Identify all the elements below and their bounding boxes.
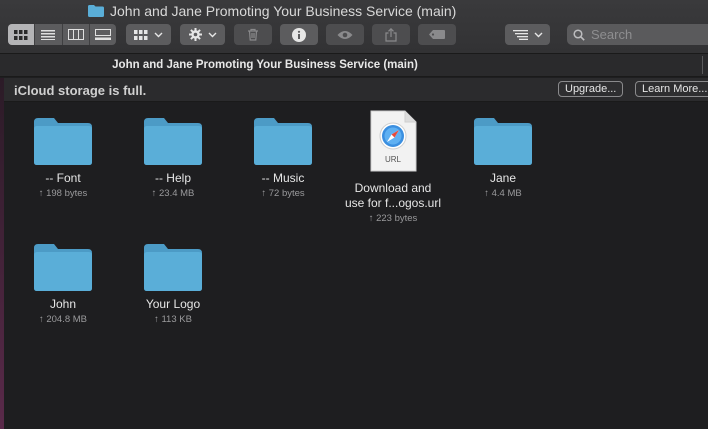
list-view-button[interactable]	[35, 24, 63, 45]
delete-button[interactable]	[234, 24, 272, 45]
share-button[interactable]	[372, 24, 410, 45]
tag-icon	[429, 30, 445, 39]
gallery-icon	[94, 29, 111, 40]
chevron-down-icon	[534, 32, 542, 37]
file-item-help[interactable]: -- Help ↑ 23.4 MB	[118, 116, 228, 201]
search-icon	[573, 28, 585, 41]
icloud-storage-banner: iCloud storage is full. Upgrade... Learn…	[4, 78, 708, 102]
columns-icon	[67, 29, 84, 40]
file-size: ↑ 4.4 MB	[484, 188, 522, 199]
file-name: John	[49, 297, 77, 311]
file-size: ↑ 223 bytes	[368, 213, 418, 224]
file-name: -- Font	[45, 171, 81, 185]
group-by-button[interactable]	[126, 24, 171, 45]
sort-menu-button[interactable]	[505, 24, 550, 45]
chevron-down-icon	[154, 32, 163, 37]
learn-more-button[interactable]: Learn More...	[635, 81, 708, 97]
gallery-view-button[interactable]	[90, 24, 116, 45]
file-item-font[interactable]: -- Font ↑ 198 bytes	[8, 116, 118, 201]
file-size: ↑ 72 bytes	[261, 188, 305, 199]
action-menu-button[interactable]	[180, 24, 225, 45]
icon-view-button[interactable]	[8, 24, 36, 45]
file-item-download-url[interactable]: URL Download and use for f...ogos.url ↑ …	[338, 110, 448, 226]
file-size: ↑ 204.8 MB	[38, 314, 88, 325]
column-view-button[interactable]	[63, 24, 90, 45]
window-title-text: John and Jane Promoting Your Business Se…	[110, 3, 457, 19]
file-name: -- Music	[261, 171, 305, 185]
file-name: Your Logo	[145, 297, 201, 311]
file-size: ↑ 113 KB	[154, 314, 192, 325]
window-title: John and Jane Promoting Your Business Se…	[88, 2, 456, 20]
url-badge: URL	[385, 155, 402, 164]
gear-icon	[188, 28, 202, 41]
get-info-button[interactable]	[280, 24, 318, 45]
view-mode-control	[8, 24, 116, 45]
search-field[interactable]	[567, 24, 708, 45]
info-icon	[292, 27, 306, 42]
file-name-line1: Download and	[354, 181, 432, 195]
pathbar-divider	[702, 56, 703, 74]
file-item-jane[interactable]: Jane ↑ 4.4 MB	[448, 116, 558, 201]
window-toolbar: John and Jane Promoting Your Business Se…	[0, 0, 708, 53]
edit-tags-button[interactable]	[418, 24, 456, 45]
file-name: Jane	[489, 171, 517, 185]
folder-icon	[88, 5, 104, 17]
banner-message: iCloud storage is full.	[14, 83, 147, 98]
file-item-your-logo[interactable]: Your Logo ↑ 113 KB	[118, 242, 228, 327]
folder-icon	[474, 118, 532, 165]
eye-icon	[337, 30, 353, 39]
trash-icon	[248, 28, 258, 41]
url-file-icon: URL	[370, 110, 417, 172]
search-input[interactable]	[591, 27, 701, 42]
file-name-line2: use for f...ogos.url	[344, 196, 442, 210]
path-bar-title: John and Jane Promoting Your Business Se…	[112, 59, 418, 71]
folder-icon	[254, 118, 312, 165]
grid-icon	[14, 29, 28, 40]
file-size: ↑ 198 bytes	[38, 188, 88, 199]
file-name: Download and use for f...ogos.url	[338, 181, 448, 211]
folder-icon	[144, 118, 202, 165]
folder-icon	[144, 244, 202, 291]
grid-icon	[134, 29, 148, 40]
folder-icon	[34, 118, 92, 165]
file-name: -- Help	[154, 171, 191, 185]
file-item-music[interactable]: -- Music ↑ 72 bytes	[228, 116, 338, 201]
sidebar-edge	[0, 78, 4, 429]
folder-icon	[34, 244, 92, 291]
list-sort-icon	[512, 29, 528, 40]
quick-look-button[interactable]	[326, 24, 364, 45]
share-icon	[385, 27, 397, 42]
chevron-down-icon	[208, 32, 216, 37]
file-size: ↑ 23.4 MB	[151, 188, 195, 199]
file-item-john[interactable]: John ↑ 204.8 MB	[8, 242, 118, 327]
upgrade-button[interactable]: Upgrade...	[558, 81, 624, 97]
list-icon	[41, 29, 56, 40]
path-bar: John and Jane Promoting Your Business Se…	[0, 53, 708, 77]
